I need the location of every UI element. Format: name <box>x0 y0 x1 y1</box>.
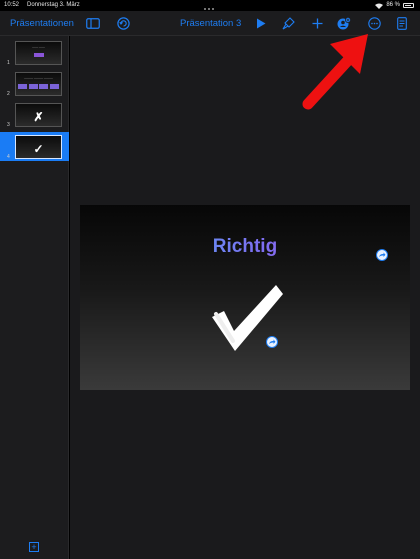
link-badge[interactable] <box>266 336 278 348</box>
slide-number: 1 <box>7 60 10 66</box>
slide-canvas[interactable]: Richtig <box>70 36 420 559</box>
slide-number: 2 <box>7 91 10 97</box>
thumbnail-check-mark: ✓ <box>33 142 44 156</box>
slide-title[interactable]: Richtig <box>80 236 410 258</box>
undo-icon <box>116 16 130 30</box>
format-button[interactable] <box>279 11 297 35</box>
play-button[interactable] <box>252 11 270 35</box>
undo-button[interactable] <box>114 11 132 35</box>
slide-thumbnail-image: ✓ <box>15 135 62 159</box>
slide-thumbnail-image: ✗ <box>15 103 62 127</box>
slide-thumbnail-image: ——— ——— ——— <box>15 72 62 96</box>
current-slide[interactable]: Richtig <box>80 205 410 390</box>
slide-thumbnail-2[interactable]: ——— ——— ——— 2 <box>0 69 69 98</box>
keynote-window: 10:52 Donnerstag 3. März 86 % Präsentati… <box>0 0 420 559</box>
thumbnail-title-line: —— —— <box>32 45 45 49</box>
collaborate-icon <box>337 16 351 29</box>
thumbnail-title-line: ——— ——— ——— <box>24 76 53 80</box>
add-slide-button[interactable]: + <box>29 542 39 552</box>
slide-thumbnail-1[interactable]: —— —— 1 <box>0 38 69 67</box>
annotation-arrow-icon <box>302 34 368 110</box>
slide-number: 3 <box>7 122 10 128</box>
more-icon <box>367 16 381 30</box>
thumbnail-button-shape <box>34 53 44 57</box>
document-icon <box>397 16 407 30</box>
document-title[interactable]: Präsentation 3 <box>180 11 241 35</box>
presentations-back-button[interactable]: Präsentationen <box>10 11 74 35</box>
document-button[interactable] <box>393 11 411 35</box>
status-right: 86 % <box>375 0 414 11</box>
add-icon <box>312 18 322 28</box>
sidebar-toggle-button[interactable] <box>84 11 102 35</box>
wifi-icon <box>375 3 384 9</box>
link-arrow-icon <box>269 339 276 344</box>
thumbnail-button-row <box>18 84 59 89</box>
slide-thumbnail-4[interactable]: ✓ 4 <box>0 132 69 161</box>
battery-icon <box>403 3 414 8</box>
link-arrow-icon <box>379 252 386 257</box>
format-brush-icon <box>282 16 295 29</box>
link-badge[interactable] <box>376 249 388 261</box>
battery-percentage: 86 % <box>386 2 400 8</box>
status-date: Donnerstag 3. März <box>27 2 80 8</box>
slide-thumbnail-image: —— —— <box>15 41 62 65</box>
status-time: 10:52 <box>4 2 20 8</box>
thumbnail-cross-mark: ✗ <box>33 110 44 124</box>
slide-number: 4 <box>7 154 10 160</box>
slide-thumbnail-3[interactable]: ✗ 3 <box>0 100 69 129</box>
play-icon <box>257 18 266 28</box>
slide-navigator: —— —— 1 ——— ——— ——— 2 ✗ 3 ✓ 4 + <box>0 36 69 559</box>
sidebar-icon <box>86 17 100 29</box>
status-bar: 10:52 Donnerstag 3. März 86 % <box>0 0 420 11</box>
